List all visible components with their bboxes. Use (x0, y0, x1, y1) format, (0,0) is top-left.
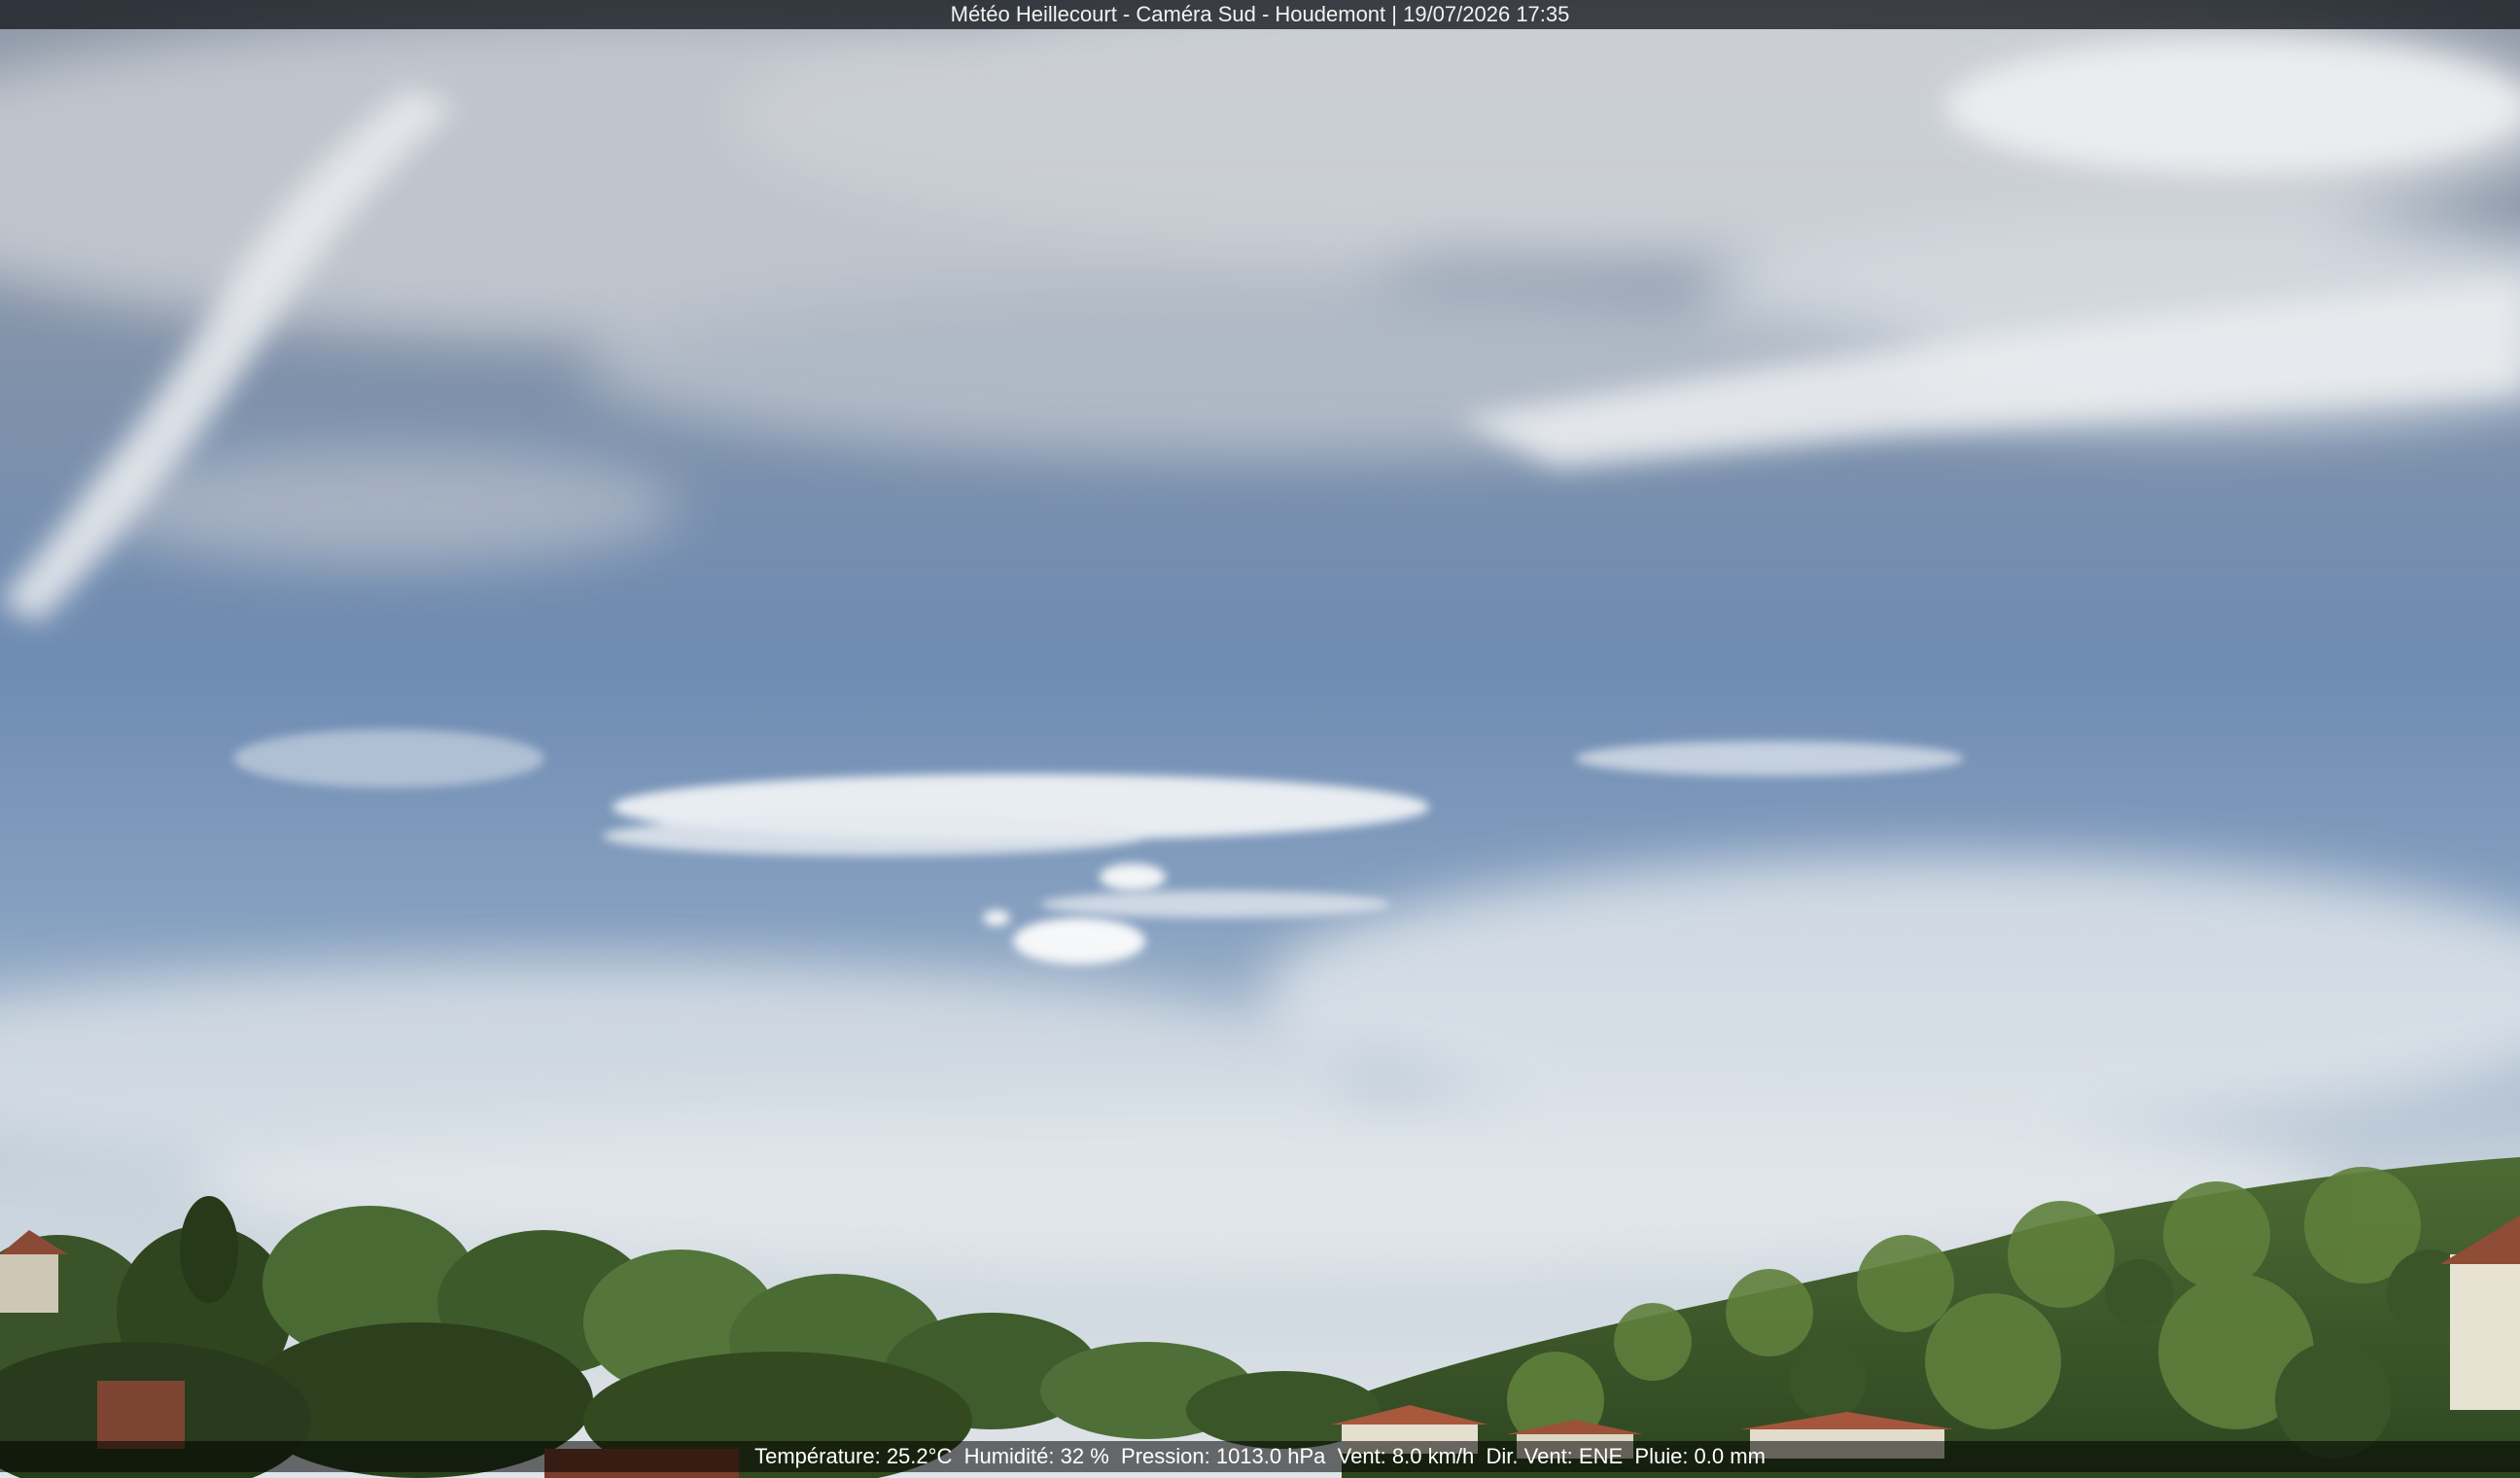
temperature-reading: Température: 25.2°C (754, 1444, 953, 1468)
humidity-reading: Humidité: 32 % (963, 1444, 1109, 1468)
wind-direction-reading: Dir. Vent: ENE (1486, 1444, 1624, 1468)
webcam-photo (0, 0, 2520, 1478)
webcam-view: Météo Heillecourt - Caméra Sud - Houdemo… (0, 0, 2520, 1478)
wind-speed-reading: Vent: 8.0 km/h (1337, 1444, 1475, 1468)
weather-readings-overlay: Température: 25.2°C Humidité: 32 % Press… (0, 1441, 2520, 1472)
camera-title: Météo Heillecourt - Caméra Sud - Houdemo… (950, 2, 1570, 26)
rain-reading: Pluie: 0.0 mm (1634, 1444, 1766, 1468)
title-overlay: Météo Heillecourt - Caméra Sud - Houdemo… (0, 0, 2520, 29)
pressure-reading: Pression: 1013.0 hPa (1121, 1444, 1326, 1468)
